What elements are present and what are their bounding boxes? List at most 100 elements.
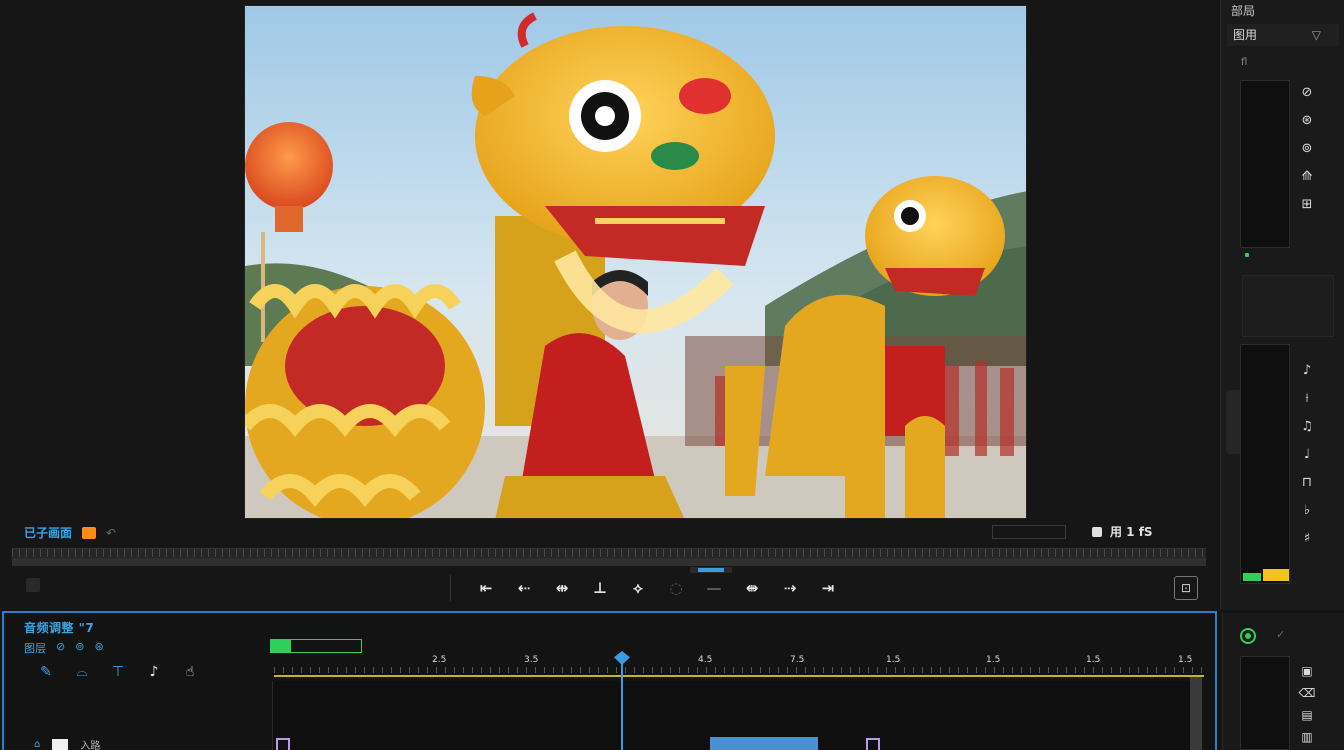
mark-out-button[interactable]: ⇼ bbox=[733, 575, 771, 601]
audio-tool-icon-3[interactable]: ♫ bbox=[1294, 412, 1320, 440]
step-back-button[interactable]: ⇠ bbox=[505, 575, 543, 601]
ruler-label: 3.5 bbox=[524, 655, 539, 665]
video-preview-frame[interactable] bbox=[244, 5, 1027, 519]
mini-meter bbox=[1240, 656, 1290, 750]
timeline-sub-row: 图层 ⊘ ⊚ ⊛ bbox=[24, 640, 104, 656]
viewer-status-group: 已子画面 ↶ bbox=[24, 524, 116, 541]
resolution-selector[interactable]: 用 1 fS bbox=[1092, 523, 1153, 540]
tool-icon-3[interactable]: ⊚ bbox=[1294, 134, 1320, 162]
audio-meter-bottom bbox=[1240, 344, 1290, 584]
note-icon[interactable]: ♪ bbox=[142, 661, 166, 683]
audio-tool-icon-2[interactable]: ⟊ bbox=[1294, 384, 1320, 412]
ruler-label: 1.5 bbox=[886, 655, 901, 665]
tool-icon-2[interactable]: ⊛ bbox=[1294, 106, 1320, 134]
tool-icon-5[interactable]: ⊞ bbox=[1294, 190, 1320, 218]
ruler-label: 1.5 bbox=[1178, 655, 1193, 665]
resolution-icon bbox=[1092, 526, 1102, 537]
right-panel-sub-label: fl bbox=[1241, 57, 1248, 68]
dropdown-label: 图用 bbox=[1233, 28, 1258, 42]
undo-icon[interactable]: ↶ bbox=[106, 526, 116, 540]
clip-marker[interactable] bbox=[276, 738, 290, 750]
bottom-tool-icon-4[interactable]: ▥ bbox=[1294, 728, 1320, 746]
level-green bbox=[1243, 573, 1261, 581]
viewer-status-label: 已子画面 bbox=[24, 526, 73, 540]
bottom-tool-icon-2[interactable]: ⌫ bbox=[1294, 684, 1320, 702]
timeline-panel: 音频调整 "7 图层 ⊘ ⊚ ⊛ ✎ ⌓ ⊤ ♪ ☝ 2.5 3.5 4.5 7… bbox=[2, 611, 1217, 750]
shoe-icon[interactable]: ⌓ bbox=[70, 661, 94, 683]
right-panel-title: 部局 bbox=[1231, 4, 1256, 18]
fullscreen-button[interactable]: ⊡ bbox=[1174, 576, 1198, 600]
timeline-sub-label: 图层 bbox=[24, 642, 46, 655]
bottom-tool-icon-3[interactable]: ▤ bbox=[1294, 706, 1320, 724]
sub-icon-1[interactable]: ⊘ bbox=[56, 640, 65, 656]
track-head-label: 入路 bbox=[80, 741, 101, 750]
scrub-position-indicator[interactable] bbox=[690, 567, 732, 573]
time-ruler[interactable]: 2.5 3.5 4.5 7.5 1.5 1.5 1.5 1.5 bbox=[274, 653, 1204, 677]
ruler-ticks bbox=[274, 667, 1204, 673]
video-editor-window: 已子画面 ↶ 用 1 fS ⇤ ⇠ ⇹ ⊥ ⟡ ◌ — ⇼ ⇢ ⇥ ⊡ 部局 图… bbox=[0, 0, 1344, 750]
audio-tool-icon-7[interactable]: ♯ bbox=[1294, 524, 1320, 552]
brush-icon[interactable]: ✎ bbox=[34, 661, 58, 683]
track-color-swatch[interactable] bbox=[52, 738, 69, 750]
track-header: ⌂ 入路 bbox=[34, 737, 112, 750]
clip-marker[interactable] bbox=[866, 738, 880, 750]
audio-tool-icon-5[interactable]: ⊓ bbox=[1294, 468, 1320, 496]
timeline-clip[interactable] bbox=[710, 737, 818, 750]
ruler-label: 1.5 bbox=[1086, 655, 1101, 665]
chevron-down-icon: ▽ bbox=[1311, 28, 1321, 42]
timecode-indicator bbox=[271, 640, 291, 652]
gap-button[interactable]: — bbox=[695, 575, 733, 601]
timeline-tool-icons: ✎ ⌓ ⊤ ♪ ☝ bbox=[34, 661, 202, 683]
sub-icon-3[interactable]: ⊛ bbox=[94, 640, 103, 656]
track-lock-icon[interactable]: ⌂ bbox=[34, 739, 40, 750]
next-button[interactable]: ⇥ bbox=[809, 575, 847, 601]
mark-in-button[interactable]: ⇹ bbox=[543, 575, 581, 601]
step-forward-button[interactable]: ⇢ bbox=[771, 575, 809, 601]
level-yellow bbox=[1263, 569, 1289, 581]
ruler-label: 1.5 bbox=[986, 655, 1001, 665]
timeline-title: 音频调整 "7 bbox=[24, 621, 95, 635]
ruler-label: 7.5 bbox=[790, 655, 805, 665]
playhead-line[interactable] bbox=[621, 653, 623, 750]
preview-scrub-bar[interactable] bbox=[12, 548, 1206, 566]
audio-tool-icon-1[interactable]: ♪ bbox=[1294, 356, 1320, 384]
prev-button[interactable]: ⇤ bbox=[467, 575, 505, 601]
split-button[interactable]: ⟡ bbox=[619, 575, 657, 601]
viewer-status-bar: 已子画面 ↶ 用 1 fS bbox=[0, 520, 1218, 544]
audio-tool-icon-4[interactable]: ♩ bbox=[1294, 440, 1320, 468]
sub-icon-2[interactable]: ⊚ bbox=[75, 640, 84, 656]
viewer-info-box bbox=[992, 525, 1066, 539]
scrub-track[interactable] bbox=[12, 558, 1206, 566]
scrub-ticks bbox=[12, 549, 1206, 557]
ruler-work-area-line bbox=[274, 675, 1204, 677]
tool-column-bottom: ♪ ⟊ ♫ ♩ ⊓ ♭ ♯ bbox=[1294, 356, 1320, 552]
tool-icon-4[interactable]: ⟰ bbox=[1294, 162, 1320, 190]
scrub-position-fill bbox=[698, 568, 724, 572]
audio-meter-top bbox=[1240, 80, 1290, 257]
record-icon[interactable] bbox=[82, 526, 97, 539]
tool-column-top: ⊘ ⊛ ⊚ ⟰ ⊞ bbox=[1294, 78, 1320, 218]
tool-icon-1[interactable]: ⊘ bbox=[1294, 78, 1320, 106]
lion-dance-frame-image bbox=[245, 6, 1026, 518]
transport-controls: ⇤ ⇠ ⇹ ⊥ ⟡ ◌ — ⇼ ⇢ ⇥ bbox=[450, 574, 847, 602]
audio-tool-icon-6[interactable]: ♭ bbox=[1294, 496, 1320, 524]
trim-button[interactable]: ⊥ bbox=[581, 575, 619, 601]
bottom-right-tools: ▣ ⌫ ▤ ▥ bbox=[1294, 662, 1320, 746]
loop-button[interactable]: ◌ bbox=[657, 575, 695, 601]
right-panel-dropdown[interactable]: 图用 ▽ bbox=[1227, 24, 1339, 46]
ruler-label: 2.5 bbox=[432, 655, 447, 665]
timeline-vertical-scrollbar[interactable] bbox=[1190, 677, 1202, 750]
transport-separator bbox=[450, 575, 451, 601]
shirt-icon[interactable]: ⊤ bbox=[106, 661, 130, 683]
meter-led bbox=[1245, 253, 1249, 257]
check-icon[interactable]: ✓ bbox=[1276, 628, 1285, 641]
ruler-label: 4.5 bbox=[698, 655, 713, 665]
resolution-label: 用 1 fS bbox=[1110, 525, 1153, 539]
hand-icon[interactable]: ☝ bbox=[178, 661, 202, 683]
target-icon[interactable] bbox=[1240, 628, 1256, 644]
play-icon[interactable] bbox=[26, 578, 40, 592]
preview-viewer: 已子画面 ↶ 用 1 fS ⇤ ⇠ ⇹ ⊥ ⟡ ◌ — ⇼ ⇢ ⇥ ⊡ bbox=[0, 0, 1218, 610]
timecode-display[interactable] bbox=[270, 639, 362, 653]
bottom-tool-icon-1[interactable]: ▣ bbox=[1294, 662, 1320, 680]
right-panel-empty-slot bbox=[1242, 275, 1334, 337]
